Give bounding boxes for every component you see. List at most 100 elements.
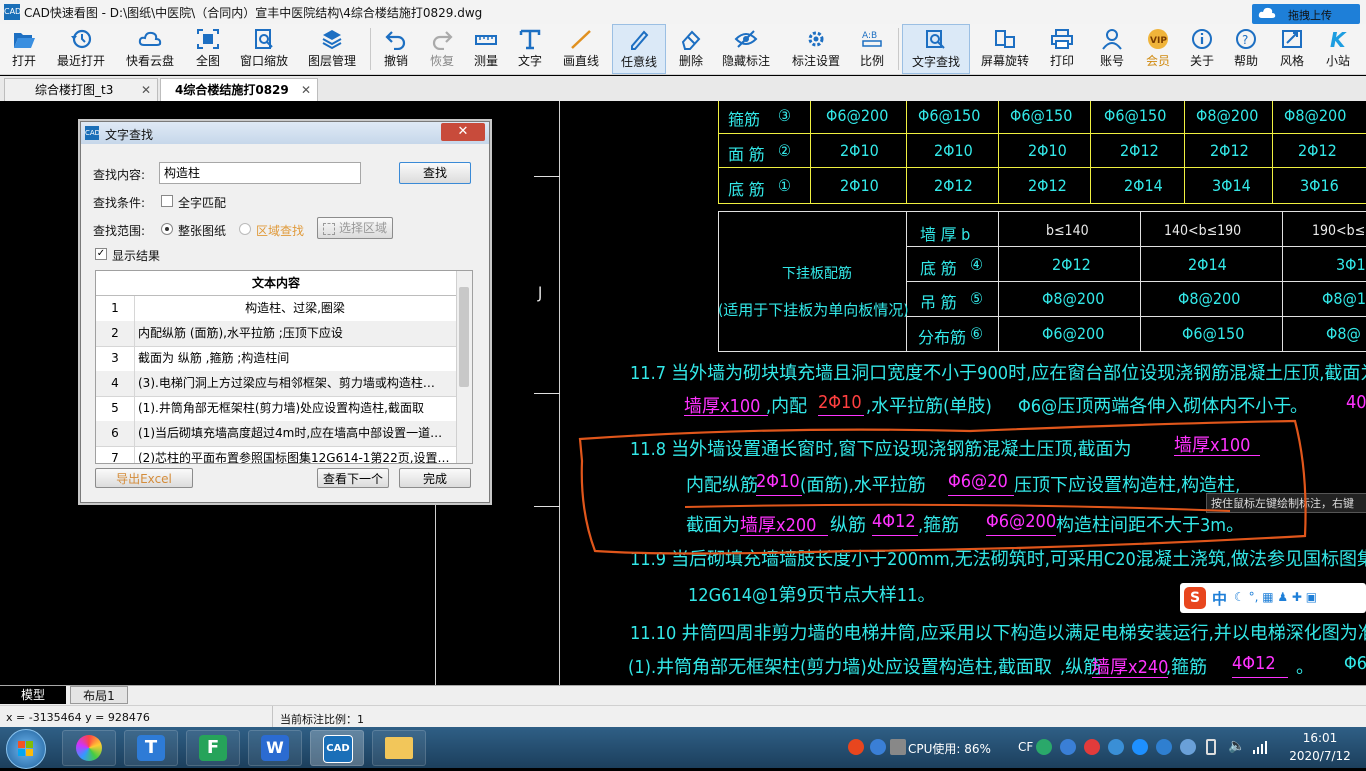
print-button[interactable]: 打印 xyxy=(1042,24,1082,74)
show-results-checkbox[interactable]: ✓ xyxy=(95,248,107,260)
done-button[interactable]: 完成 xyxy=(399,468,471,488)
table-line xyxy=(718,351,1366,352)
freehand-annotation[interactable] xyxy=(570,401,1320,561)
open-button[interactable]: 打开 xyxy=(0,24,48,74)
tray-icon[interactable] xyxy=(1060,739,1076,755)
dialog-titlebar[interactable]: CAD 文字查找 ✕ xyxy=(81,122,489,144)
tab-model[interactable]: 模型 xyxy=(0,686,66,704)
style-button[interactable]: 风格 xyxy=(1272,24,1312,74)
layer-manager-button[interactable]: 图层管理 xyxy=(302,24,362,74)
scrollbar-thumb[interactable] xyxy=(459,287,469,387)
clock-time[interactable]: 16:01 xyxy=(1292,731,1348,745)
t2-r1-c1: 2Φ12 xyxy=(1052,255,1091,274)
tray-icon[interactable] xyxy=(1108,739,1124,755)
row-text: (1)当后砌填充墙高度超过4m时,应在墙高中部设置一道… xyxy=(138,426,443,440)
text-search-button[interactable]: 文字查找 xyxy=(902,24,970,74)
annotation-settings-button[interactable]: 标注设置 xyxy=(786,24,846,74)
delete-label: 删除 xyxy=(678,54,703,68)
table-row[interactable]: 5 (1).井筒角部无框架柱(剪力墙)处应设置构造柱,截面取 xyxy=(96,396,456,422)
redo-icon xyxy=(432,31,453,50)
member-button[interactable]: VIP 会员 xyxy=(1138,24,1178,74)
hide-annotation-label: 隐藏标注 xyxy=(721,54,770,68)
t2-head-c2: 140<b≤190 xyxy=(1164,223,1242,239)
ime-mode[interactable]: 中 xyxy=(1212,588,1227,609)
volume-icon[interactable]: 🔈 xyxy=(1228,738,1245,754)
t1-r3-c6: 3Φ16 xyxy=(1300,176,1339,195)
printer-icon xyxy=(1051,29,1073,49)
start-button[interactable] xyxy=(6,729,46,769)
hide-annotation-button[interactable]: 隐藏标注 xyxy=(716,24,776,74)
draw-line-button[interactable]: 画直线 xyxy=(558,24,604,74)
text-tool-button[interactable]: 文字 xyxy=(512,24,548,74)
export-excel-button[interactable]: 导出Excel xyxy=(95,468,193,488)
row-index: 7 xyxy=(96,446,135,463)
close-button[interactable]: ✕ xyxy=(441,123,485,141)
find-input[interactable]: 构造柱 xyxy=(159,162,361,184)
tab-layout1[interactable]: 布局1 xyxy=(70,686,128,704)
about-button[interactable]: 关于 xyxy=(1184,24,1220,74)
range-area-radio[interactable] xyxy=(239,223,251,235)
scale-icon: A:B xyxy=(862,31,882,47)
cpu-tray-icon[interactable] xyxy=(890,739,906,755)
cloud-drive-label: 快看云盘 xyxy=(125,54,174,68)
rotate-screen-button[interactable]: 屏幕旋转 xyxy=(976,24,1034,74)
t1-r3-c4: 2Φ14 xyxy=(1124,176,1163,195)
recent-label: 最近打开 xyxy=(56,54,105,68)
taskbar-explorer[interactable] xyxy=(372,730,426,766)
redo-button[interactable]: 恢复 xyxy=(422,24,462,74)
ime-toolbar[interactable]: S 中 ☾ °, ▦ ♟ ✚ ▣ xyxy=(1180,583,1366,613)
member-label: 会员 xyxy=(1145,54,1170,68)
account-button[interactable]: 账号 xyxy=(1092,24,1132,74)
taskbar-app-word[interactable]: W xyxy=(248,730,302,766)
window-zoom-button[interactable]: 窗口缩放 xyxy=(236,24,292,74)
table-row[interactable]: 4 (3).电梯门洞上方过梁应与相邻框架、剪力墙或构造柱… xyxy=(96,371,456,397)
taskbar-app-colorful[interactable] xyxy=(62,730,116,766)
taskbar-app-cad[interactable]: CAD xyxy=(310,730,364,766)
full-view-button[interactable]: 全图 xyxy=(186,24,230,74)
freehand-line-button[interactable]: 任意线 xyxy=(612,24,666,74)
drag-upload-button[interactable]: 拖拽上传 xyxy=(1252,4,1360,24)
close-icon[interactable]: ✕ xyxy=(301,79,311,101)
station-button[interactable]: K 小站 xyxy=(1318,24,1358,74)
cloud-tray-icon[interactable] xyxy=(1156,739,1172,755)
help-tray-icon[interactable] xyxy=(870,739,886,755)
undo-button[interactable]: 撤销 xyxy=(376,24,416,74)
text-tool-label: 文字 xyxy=(517,54,542,68)
scale-button[interactable]: A:B 比例 xyxy=(852,24,892,74)
find-button[interactable]: 查找 xyxy=(399,162,471,184)
recent-button[interactable]: 最近打开 xyxy=(52,24,110,74)
frame-tick xyxy=(534,506,560,507)
sogou-tray-icon[interactable] xyxy=(848,739,864,755)
green-app-icon: F xyxy=(199,735,227,761)
bluetooth-icon[interactable] xyxy=(1180,739,1196,755)
cloud-drive-button[interactable]: 快看云盘 xyxy=(120,24,180,74)
network-icon[interactable] xyxy=(1252,739,1268,755)
range-all-radio[interactable] xyxy=(161,223,173,235)
row-index: 2 xyxy=(96,321,135,346)
results-scrollbar[interactable] xyxy=(456,271,472,463)
tray-icon[interactable] xyxy=(1132,739,1148,755)
help-button[interactable]: ? 帮助 xyxy=(1228,24,1264,74)
table-row[interactable]: 1 构造柱、过梁,圈梁 xyxy=(96,296,456,322)
taskbar-app-green[interactable]: F xyxy=(186,730,240,766)
tab-overview[interactable]: 综合楼打图_t3 ✕ xyxy=(4,78,158,101)
close-icon[interactable]: ✕ xyxy=(141,79,151,101)
taskbar-app-t[interactable]: T xyxy=(124,730,178,766)
t1-r3-c2: 2Φ12 xyxy=(934,176,973,195)
svg-text:K: K xyxy=(1330,28,1347,50)
clock-date[interactable]: 2020/7/12 xyxy=(1284,749,1356,763)
whole-word-checkbox[interactable] xyxy=(161,195,173,207)
tray-icon[interactable] xyxy=(1036,739,1052,755)
table-row[interactable]: 3 截面为 纵筋 ,箍筋 ;构造柱间 xyxy=(96,346,456,372)
battery-icon[interactable] xyxy=(1206,739,1216,755)
measure-button[interactable]: 测量 xyxy=(468,24,504,74)
t2-r3-label: 分布筋 xyxy=(918,328,967,347)
table-row[interactable]: 7 (2)芯柱的平面布置参照国标图集12G614-1第22页,设置… xyxy=(96,446,456,463)
table-row[interactable]: 6 (1)当后砌填充墙高度超过4m时,应在墙高中部设置一道… xyxy=(96,421,456,447)
tray-icon[interactable] xyxy=(1084,739,1100,755)
ime-tools[interactable]: ☾ °, ▦ ♟ ✚ ▣ xyxy=(1234,590,1364,606)
view-next-button[interactable]: 查看下一个 xyxy=(317,468,389,488)
table-row[interactable]: 2 内配纵筋 (面筋),水平拉筋 ;压顶下应设 xyxy=(96,321,456,347)
delete-button[interactable]: 删除 xyxy=(674,24,708,74)
tab-current-drawing[interactable]: 4综合楼结施打0829 ✕ xyxy=(160,78,318,101)
